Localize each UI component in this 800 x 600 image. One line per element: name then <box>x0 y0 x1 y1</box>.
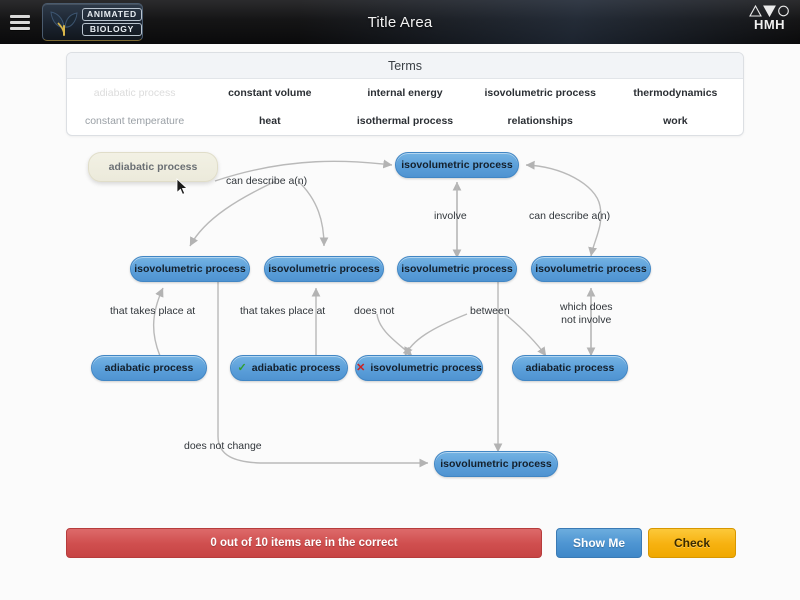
concept-node-label: isovolumetric process <box>401 159 513 171</box>
terms-panel: Terms adiabatic process constant volume in… <box>66 52 744 136</box>
concept-node-label: isovolumetric process <box>401 263 513 275</box>
brand-line-biology: BIOLOGY <box>82 23 142 37</box>
brand-logo[interactable]: ANIMATED BIOLOGY <box>42 3 143 41</box>
concept-node[interactable]: isovolumetric process <box>531 256 651 282</box>
term-chip[interactable]: adiabatic process <box>67 87 202 99</box>
term-chip[interactable]: thermodynamics <box>608 87 743 99</box>
concept-map-diagram: isovolumetric process isovolumetric proce… <box>0 136 800 520</box>
edge-label: can describe a(n) <box>529 210 611 222</box>
edge-label: involve <box>434 210 467 222</box>
dragging-term-node[interactable]: adiabatic process <box>88 152 218 182</box>
terms-grid: adiabatic process constant volume internal… <box>67 79 743 135</box>
publisher-logo: HMH <box>749 5 790 31</box>
concept-node-label: isovolumetric process <box>134 263 246 275</box>
concept-node-label: adiabatic process <box>104 362 194 374</box>
edge-label: does not change <box>184 440 262 452</box>
brand-line-animated: ANIMATED <box>82 7 142 21</box>
term-chip[interactable]: internal energy <box>337 87 472 99</box>
application-root: ANIMATED BIOLOGY Title Area HMH Terms ad… <box>0 0 800 600</box>
edge-label: which does not involve <box>560 301 613 326</box>
incorrect-cross-icon: ✕ <box>356 361 366 374</box>
concept-node[interactable]: ✕ isovolumetric process <box>355 355 483 381</box>
concept-node-label: isovolumetric process <box>535 263 647 275</box>
term-chip[interactable]: isothermal process <box>337 115 472 127</box>
top-bar: ANIMATED BIOLOGY Title Area HMH <box>0 0 800 44</box>
diagram-connectors <box>152 159 602 468</box>
concept-node[interactable]: isovolumetric process <box>395 152 519 178</box>
edge-label: does not <box>354 305 395 317</box>
concept-node[interactable]: adiabatic process <box>91 355 207 381</box>
term-chip[interactable]: work <box>608 115 743 127</box>
terms-panel-header: Terms <box>67 53 743 79</box>
concept-node[interactable]: ✓ adiabatic process <box>230 355 348 381</box>
show-me-button[interactable]: Show Me <box>556 528 642 558</box>
status-message-bar: 0 out of 10 items are in the correct <box>66 528 542 558</box>
correct-check-icon: ✓ <box>237 361 247 374</box>
concept-node[interactable]: isovolumetric process <box>397 256 517 282</box>
concept-node-label: isovolumetric process <box>440 458 552 470</box>
check-button[interactable]: Check <box>648 528 736 558</box>
term-chip[interactable]: isovolumetric process <box>473 87 608 99</box>
concept-node[interactable]: isovolumetric process <box>130 256 250 282</box>
concept-node-label: adiabatic process <box>251 362 341 374</box>
publisher-logo-text: HMH <box>753 17 786 32</box>
edge-label: that takes place at <box>240 305 326 317</box>
leaf-logo-icon <box>50 11 78 36</box>
term-chip[interactable]: relationships <box>473 115 608 127</box>
concept-node-label: isovolumetric process <box>370 362 482 374</box>
hmh-triangles-circle-icon <box>749 5 790 17</box>
term-chip[interactable]: constant temperature <box>67 115 202 127</box>
edge-label: can describe a(n) <box>226 175 308 187</box>
edge-label: between <box>470 305 510 317</box>
concept-node[interactable]: isovolumetric process <box>434 451 558 477</box>
concept-node[interactable]: isovolumetric process <box>264 256 384 282</box>
concept-node[interactable]: adiabatic process <box>512 355 628 381</box>
hamburger-menu-icon[interactable] <box>0 0 40 44</box>
concept-node-label: adiabatic process <box>525 362 615 374</box>
concept-node-label: isovolumetric process <box>268 263 380 275</box>
edge-label: that takes place at <box>110 305 196 317</box>
term-chip[interactable]: heat <box>202 115 337 127</box>
term-chip[interactable]: constant volume <box>202 87 337 99</box>
